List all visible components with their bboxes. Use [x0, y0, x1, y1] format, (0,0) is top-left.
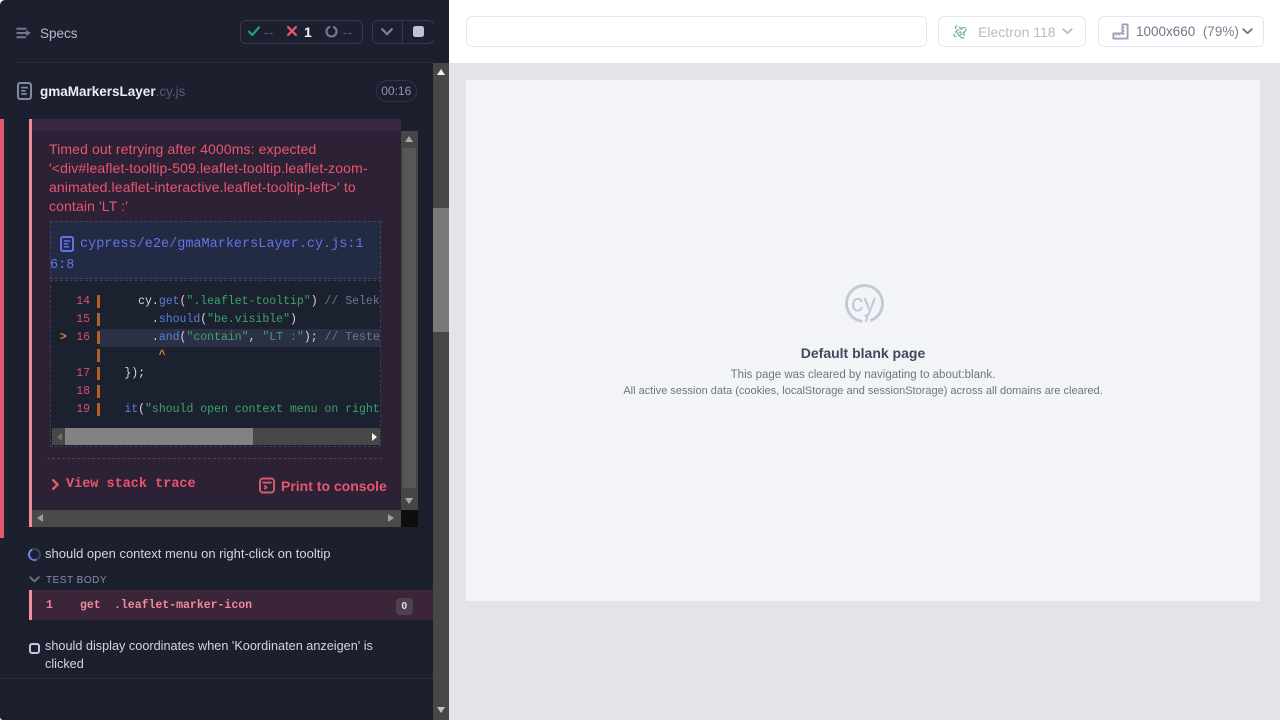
svg-text:cy: cy	[851, 290, 877, 318]
